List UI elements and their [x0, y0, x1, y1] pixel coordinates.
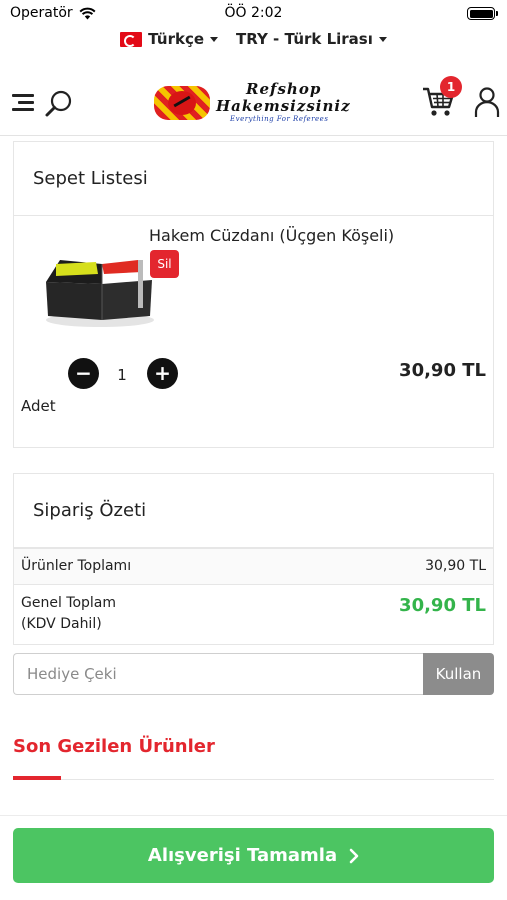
- product-image[interactable]: [38, 250, 156, 330]
- bottom-divider: [0, 815, 507, 816]
- cart-count-badge: 1: [440, 76, 462, 98]
- remove-item-button[interactable]: Sil: [150, 250, 179, 278]
- logo-line2: Hakemsizsiniz: [216, 97, 351, 115]
- subtotal-row: Ürünler Toplamı 30,90 TL: [14, 548, 493, 584]
- order-summary-title: Sipariş Özeti: [14, 474, 493, 548]
- quantity-value: 1: [117, 366, 127, 384]
- decrease-quantity-button[interactable]: −: [68, 358, 99, 389]
- quantity-label: Adet: [21, 397, 56, 415]
- item-price: 30,90 TL: [399, 360, 486, 381]
- gift-voucher-input[interactable]: [13, 653, 424, 695]
- gift-voucher-form: Kullan: [13, 653, 494, 695]
- subtotal-value: 30,90 TL: [425, 558, 486, 574]
- cart-list-title: Sepet Listesi: [14, 142, 493, 216]
- recently-viewed-title[interactable]: Son Gezilen Ürünler: [13, 736, 215, 757]
- section-divider: [13, 779, 494, 780]
- language-label: Türkçe: [148, 30, 205, 48]
- logo-line1: Refshop: [246, 80, 322, 98]
- grand-total-label-line2: (KDV Dahil): [21, 616, 102, 632]
- grand-total-label: Genel Toplam (KDV Dahil): [21, 593, 116, 635]
- order-summary-card: Sipariş Özeti Ürünler Toplamı 30,90 TL G…: [13, 473, 494, 645]
- grand-total-label-line1: Genel Toplam: [21, 595, 117, 611]
- apply-voucher-button[interactable]: Kullan: [423, 653, 494, 695]
- battery-icon: [467, 7, 498, 20]
- increase-quantity-button[interactable]: +: [147, 358, 178, 389]
- chevron-right-icon: [349, 848, 359, 863]
- locale-bar: Türkçe TRY - Türk Lirası: [0, 26, 507, 52]
- brand-logo[interactable]: Refshop Hakemsizsiniz Everything For Ref…: [154, 80, 354, 128]
- clock: ÖÖ 2:02: [224, 5, 283, 21]
- subtotal-label: Ürünler Toplamı: [21, 558, 132, 574]
- cart-list-card: Sepet Listesi Hakem Cüzdanı (Üçgen Köşel…: [13, 141, 494, 448]
- turkey-flag-icon: [120, 31, 143, 47]
- logo-tagline: Everything For Referees: [230, 115, 329, 123]
- grand-total-row: Genel Toplam (KDV Dahil) 30,90 TL: [14, 584, 493, 644]
- currency-selector[interactable]: TRY - Türk Lirası: [236, 30, 387, 48]
- user-icon[interactable]: [474, 86, 500, 118]
- status-bar: Operatör ÖÖ 2:02: [0, 0, 507, 26]
- chevron-down-icon: [210, 36, 219, 42]
- logo-mark: [154, 86, 210, 120]
- grand-total-value: 30,90 TL: [399, 595, 486, 616]
- product-name[interactable]: Hakem Cüzdanı (Üçgen Köşeli): [149, 226, 394, 245]
- search-icon[interactable]: [44, 89, 74, 119]
- app-header: Refshop Hakemsizsiniz Everything For Ref…: [0, 70, 507, 136]
- complete-order-button[interactable]: Alışverişi Tamamla: [13, 828, 494, 883]
- complete-order-label: Alışverişi Tamamla: [147, 845, 338, 866]
- currency-label: TRY - Türk Lirası: [236, 30, 373, 48]
- active-tab-underline: [13, 776, 61, 780]
- chevron-down-icon: [378, 36, 387, 42]
- menu-icon[interactable]: [12, 94, 34, 115]
- language-selector[interactable]: Türkçe: [120, 30, 219, 48]
